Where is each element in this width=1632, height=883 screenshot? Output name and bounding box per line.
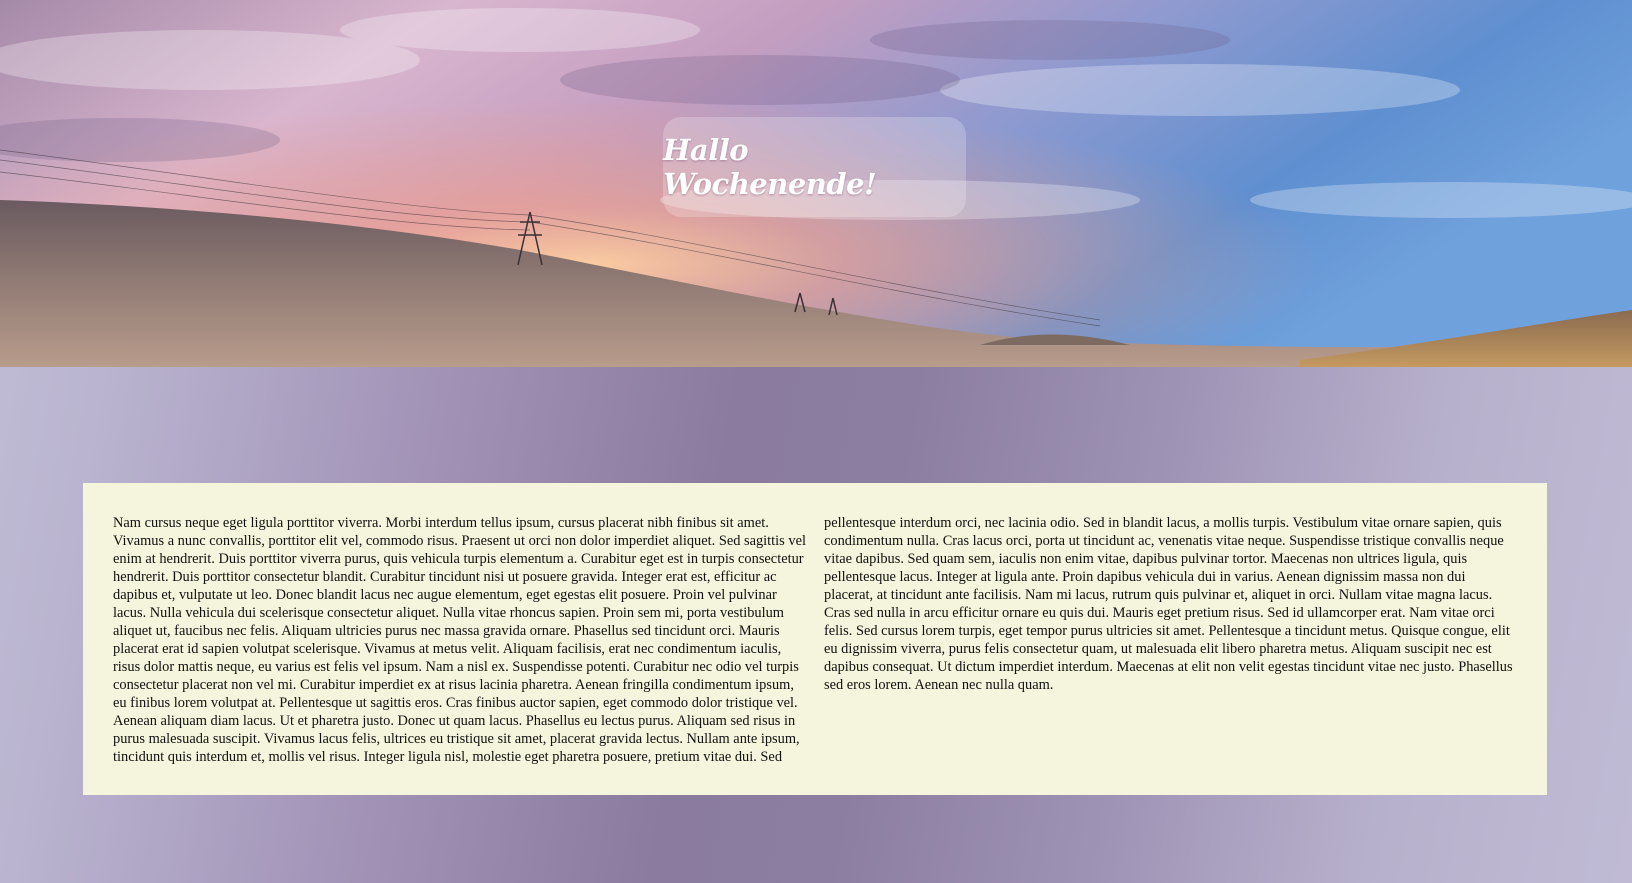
content-box: Nam cursus neque eget ligula porttitor v… [83,483,1547,795]
title-box: Hallo Wochenende! [663,117,966,217]
content-text: Nam cursus neque eget ligula porttitor v… [113,515,1513,765]
hero-banner: Hallo Wochenende! [0,0,1632,367]
page-title: Hallo Wochenende! [663,133,877,201]
